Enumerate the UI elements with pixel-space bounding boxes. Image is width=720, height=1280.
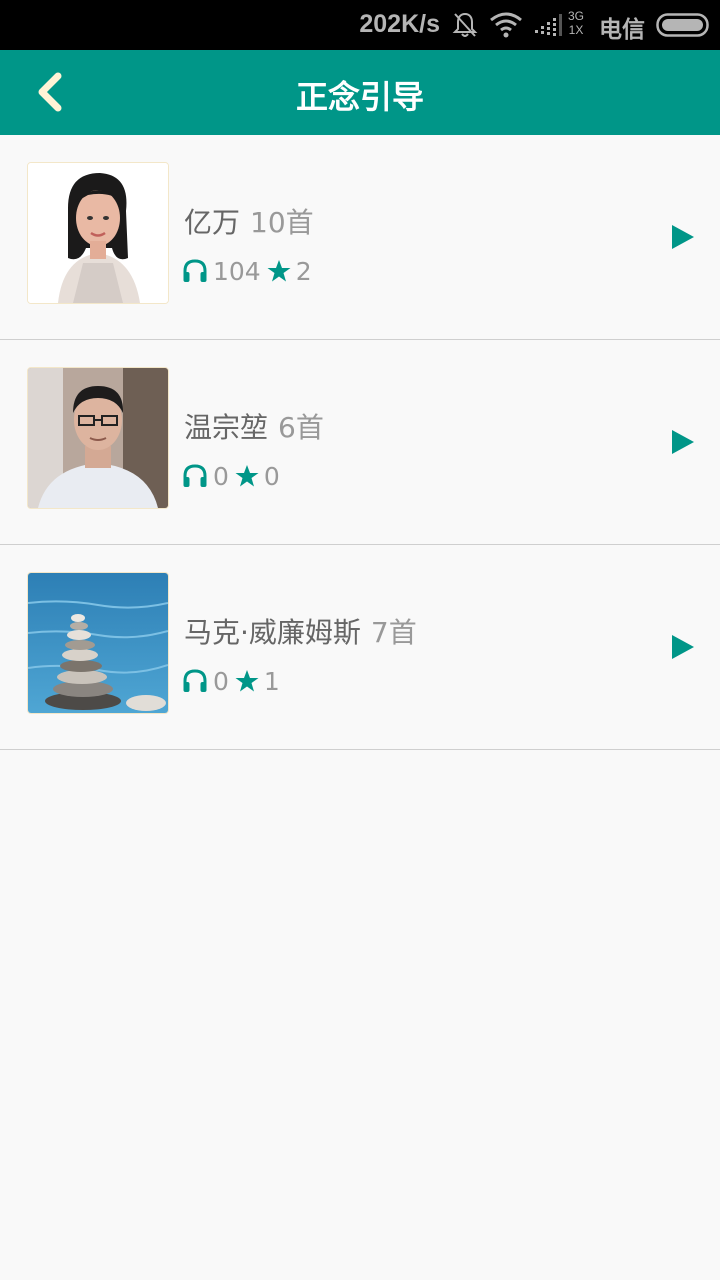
guide-name: 亿万 [184,206,241,239]
headphones-icon [183,669,207,692]
headphones-icon [183,464,207,487]
star-icon [235,465,259,487]
signal-icon [535,14,562,36]
avatar [27,572,169,714]
network-speed: 202K/s [359,10,440,38]
guide-list: 亿万 10首 104 2 温宗堃 6首 0 0 马克·威廉姆斯 7首 0 1 [0,135,720,750]
guide-name-line: 温宗堃 6首 [184,406,324,446]
network-type: 3G 1X [568,9,584,37]
carrier-label: 电信 [599,17,645,43]
play-icon[interactable] [671,224,695,250]
wifi-icon [490,12,522,38]
avatar [27,367,169,509]
app-bar: 正念引导 [0,50,720,135]
listen-count: 0 [213,666,229,696]
guide-stats: 0 1 [182,665,286,697]
track-count: 10首 [250,206,314,239]
guide-row[interactable]: 亿万 10首 104 2 [0,135,720,340]
guide-stats: 104 2 [182,255,318,287]
guide-name: 马克·威廉姆斯 [184,616,361,649]
network-top: 3G [568,9,585,23]
guide-name: 温宗堃 [184,411,269,444]
bell-off-icon [452,12,478,37]
track-count: 6首 [278,411,324,444]
play-icon[interactable] [671,634,695,660]
favorite-count: 1 [263,666,280,696]
guide-stats: 0 0 [182,460,286,492]
avatar [27,162,169,304]
star-icon [267,260,291,282]
guide-name-line: 亿万 10首 [184,201,314,241]
favorite-count: 2 [295,256,312,286]
listen-count: 104 [213,256,261,286]
favorite-count: 0 [263,461,280,491]
play-icon[interactable] [671,429,695,455]
track-count: 7首 [370,616,417,649]
page-title: 正念引导 [295,78,424,116]
battery-icon [656,13,709,37]
star-icon [235,670,259,692]
listen-count: 0 [213,461,229,491]
guide-row[interactable]: 马克·威廉姆斯 7首 0 1 [0,545,720,750]
headphones-icon [183,259,207,282]
guide-name-line: 马克·威廉姆斯 7首 [184,611,417,651]
status-bar: 202K/s 3G 1X 电信 [0,0,720,50]
guide-row[interactable]: 温宗堃 6首 0 0 [0,340,720,545]
network-bottom: 1X [568,23,584,37]
